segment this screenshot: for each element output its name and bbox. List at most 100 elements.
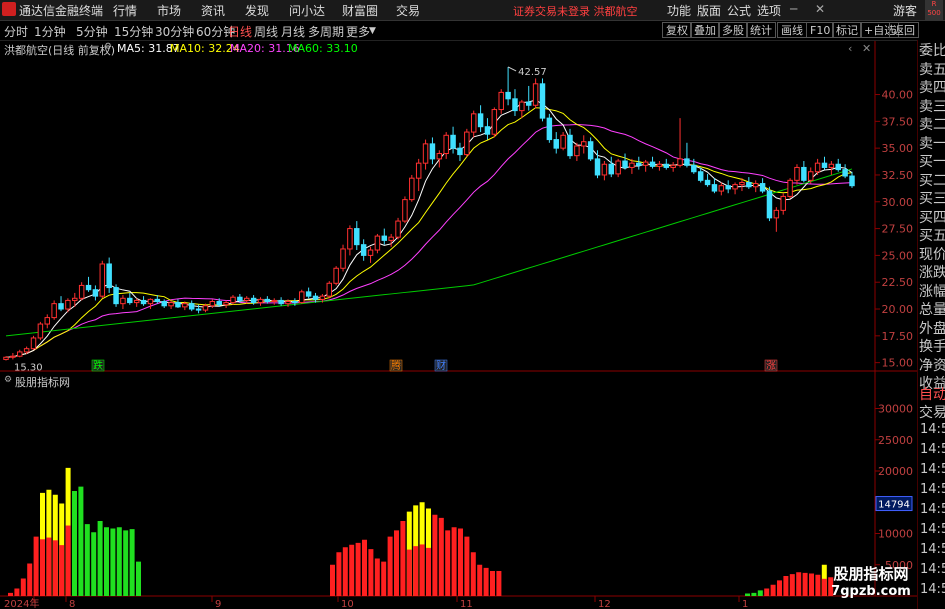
site-watermark: 股朋指标网 7gpzb.com <box>831 565 911 599</box>
indicator-bar <box>78 486 84 596</box>
indicator-bar-base <box>40 539 45 596</box>
xaxis-label: 9 <box>215 599 221 609</box>
ma10-line <box>5 107 853 358</box>
candle-body <box>807 171 814 181</box>
candle-body <box>3 356 9 360</box>
candle-body <box>498 91 504 111</box>
candle-body <box>663 163 670 168</box>
quote-field-3: 卖三 <box>919 98 945 115</box>
tick-time: 14:56 <box>920 482 945 497</box>
indicator-bar <box>789 574 795 596</box>
indicator-bar <box>496 571 502 596</box>
candle-body <box>127 297 133 304</box>
candle-body <box>195 308 202 311</box>
current-value-label: 14794 <box>878 500 910 511</box>
xaxis-label: 11 <box>460 599 473 609</box>
candle-body <box>601 163 608 176</box>
candle-body <box>23 348 30 353</box>
indicator-bar <box>129 529 135 596</box>
indicator-bar <box>490 571 495 596</box>
quote-field-15: 外盘 <box>919 320 945 337</box>
candle-body <box>677 158 683 166</box>
indicator-bar <box>394 530 399 596</box>
quote-field-2: 卖四 <box>919 80 945 96</box>
candle-body <box>587 141 594 160</box>
indicator-bar-base <box>65 525 71 596</box>
indicator-bar <box>387 536 393 596</box>
candle-body <box>278 299 284 305</box>
candle-body <box>835 163 841 171</box>
candle-body <box>230 296 236 304</box>
indicator-bar <box>14 588 20 596</box>
indicator-bar <box>470 552 476 596</box>
candle-body <box>154 298 161 303</box>
tick-time: 14:56 <box>920 442 945 457</box>
candle-body <box>608 163 615 175</box>
indicator-bar <box>330 564 335 596</box>
candle-body <box>759 183 766 192</box>
indicator-bar <box>777 580 782 596</box>
candle-body <box>711 184 718 192</box>
candle-body <box>44 317 51 325</box>
candle-body <box>51 303 57 319</box>
indicator-bar <box>783 576 789 596</box>
candle-body <box>704 179 711 186</box>
candle-body <box>505 91 511 100</box>
candle-body <box>395 220 401 238</box>
indicator-name: 股朋指标网 <box>15 376 70 389</box>
trade-label[interactable]: 交易 <box>919 404 945 423</box>
xaxis-label: 12 <box>598 599 611 609</box>
price-tick-label: 27.50 <box>882 223 914 236</box>
indicator-tick-label: 20000 <box>878 465 913 478</box>
candle-body <box>37 323 44 339</box>
indicator-bar <box>809 573 814 596</box>
candle-body <box>429 143 436 160</box>
price-tick-label: 22.50 <box>882 276 914 289</box>
indicator-bar-base <box>406 549 412 596</box>
candle-body <box>794 166 800 181</box>
indicator-bar <box>400 521 406 596</box>
candle-body <box>766 190 773 219</box>
candle-body <box>292 301 298 304</box>
quote-field-13: 涨幅 <box>919 283 945 300</box>
kline-chart[interactable]: 40.00 37.50 35.00 32.50 30.00 27.50 25.00 22.50… <box>0 0 917 609</box>
candle-body <box>546 117 553 141</box>
candle-body <box>801 166 807 181</box>
indicator-bar-base <box>419 544 425 596</box>
indicator-bar <box>33 536 39 596</box>
candle-body <box>182 303 188 308</box>
candle-body <box>422 143 429 164</box>
quote-field-6: 买一 <box>919 154 945 170</box>
candle-body <box>670 164 676 168</box>
candle-body <box>409 177 415 201</box>
candle-body <box>814 162 821 173</box>
candle-body <box>347 228 353 250</box>
candle-body <box>106 263 112 289</box>
tick-time: 14:56 <box>920 502 945 517</box>
quote-field-10: 买五 <box>919 228 945 244</box>
candle-body <box>752 183 759 188</box>
indicator-bar <box>483 567 489 596</box>
indicator-bar <box>477 564 483 596</box>
auto-label[interactable]: 自动 <box>919 386 945 405</box>
low-label: 15.30 <box>14 362 43 373</box>
candle-body <box>237 296 243 301</box>
indicator-settings-icon[interactable]: ⚙ <box>4 375 12 385</box>
candle-body <box>581 141 587 147</box>
candle-body <box>567 134 573 157</box>
indicator-tick-label: 30000 <box>878 403 913 416</box>
candle-body <box>72 297 78 301</box>
indicator-bar <box>451 527 457 596</box>
indicator-bar <box>374 558 380 596</box>
quote-field-1: 卖五 <box>919 61 945 78</box>
candle-body <box>656 163 663 167</box>
indicator-bar <box>20 578 26 596</box>
indicator-bar <box>355 542 361 596</box>
price-tick-label: 17.50 <box>882 330 914 343</box>
candle-body <box>374 235 381 251</box>
candle-body <box>842 169 848 177</box>
candle-body <box>450 134 456 149</box>
indicator-bar <box>368 549 374 596</box>
xaxis-label: 2024年 <box>4 597 39 609</box>
candle-body <box>175 302 181 308</box>
